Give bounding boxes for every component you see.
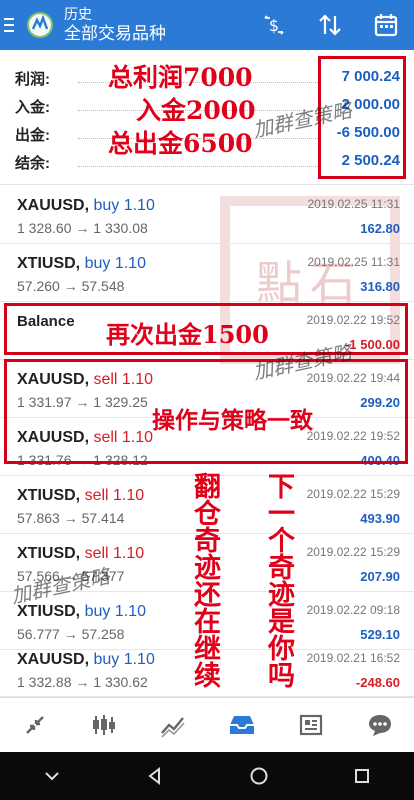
deal-symbol: XAUUSD, [17, 197, 90, 214]
deal-symbol: XTIUSD, [17, 255, 81, 272]
deal-action: buy 1.10 [93, 651, 155, 668]
annotation-total-profit: 总利润7000 [108, 63, 253, 92]
home-icon[interactable] [207, 752, 311, 800]
deal-symbol: XTIUSD, [17, 487, 81, 504]
deal-date: 2019.02.22 15:29 [306, 545, 400, 559]
deal-prices: 57.863 → 57.414 [17, 510, 125, 526]
deal-profit: 493.90 [360, 511, 400, 526]
annotation-deposit: 入金2000 [136, 96, 256, 125]
svg-text:$: $ [269, 16, 279, 35]
deal-prices: 56.777 → 57.258 [17, 626, 125, 642]
deal-row[interactable]: XAUUSD, buy 1.10 1 328.60 → 1 330.08 201… [0, 187, 414, 244]
sort-icon[interactable] [302, 0, 358, 50]
chart-icon[interactable] [69, 698, 138, 752]
deal-action: sell 1.10 [84, 487, 145, 504]
annotation-column-right: 下一个奇迹是你吗 [263, 472, 294, 688]
deal-date: 2019.02.25 11:31 [307, 197, 400, 211]
profit-label: 利润: [15, 71, 50, 88]
bottom-navigation [0, 697, 414, 752]
recents-icon[interactable] [311, 752, 414, 800]
menu-icon[interactable] [0, 0, 22, 50]
page-subtitle[interactable]: 全部交易品种 [64, 23, 246, 44]
deal-profit: 316.80 [360, 279, 400, 294]
deposit-label: 入金: [15, 99, 50, 116]
deal-symbol: XTIUSD, [17, 545, 81, 562]
collapse-icon[interactable] [0, 752, 104, 800]
deal-profit: 207.90 [360, 569, 400, 584]
deal-date: 2019.02.25 11:31 [307, 255, 400, 269]
deal-action: buy 1.10 [84, 603, 146, 620]
page-title: 历史 [64, 6, 92, 22]
news-icon[interactable] [276, 698, 345, 752]
back-icon[interactable] [104, 752, 208, 800]
deal-symbol: XAUUSD, [17, 651, 90, 668]
withdrawal-label: 出金: [15, 127, 50, 144]
deal-prices: 1 328.60 → 1 330.08 [17, 220, 148, 236]
deal-date: 2019.02.22 15:29 [306, 487, 400, 501]
deal-profit: 162.80 [360, 221, 400, 236]
messages-icon[interactable] [345, 698, 414, 752]
deal-prices: 1 332.88 → 1 330.62 [17, 674, 148, 690]
deal-prices: 57.260 → 57.548 [17, 278, 125, 294]
deal-profit: 529.10 [360, 627, 400, 642]
app-bar: 历史 全部交易品种 $ [0, 0, 414, 50]
quotes-icon[interactable] [0, 698, 69, 752]
currency-swap-icon[interactable]: $ [246, 0, 302, 50]
deal-row[interactable]: XTIUSD, buy 1.10 57.260 → 57.548 2019.02… [0, 245, 414, 302]
system-navigation-bar [0, 752, 414, 800]
annotation-consistent: 操作与策略一致 [152, 407, 313, 434]
history-icon[interactable] [207, 698, 276, 752]
annotation-total-withdrawal: 总出金6500 [108, 129, 253, 158]
deal-date: 2019.02.22 09:18 [306, 603, 400, 617]
deal-action: buy 1.10 [93, 197, 155, 214]
metatrader-logo-icon [27, 12, 53, 38]
deal-profit: -248.60 [355, 675, 400, 690]
balance-label: 结余: [15, 155, 50, 172]
deal-date: 2019.02.21 16:52 [306, 651, 400, 665]
annotation-withdraw-again: 再次出金1500 [106, 320, 269, 349]
annotation-column-left: 翻仓奇迹还在继续 [189, 472, 220, 688]
deal-action: buy 1.10 [84, 255, 146, 272]
deal-action: sell 1.10 [84, 545, 145, 562]
calendar-icon[interactable] [358, 0, 414, 50]
trade-icon[interactable] [138, 698, 207, 752]
